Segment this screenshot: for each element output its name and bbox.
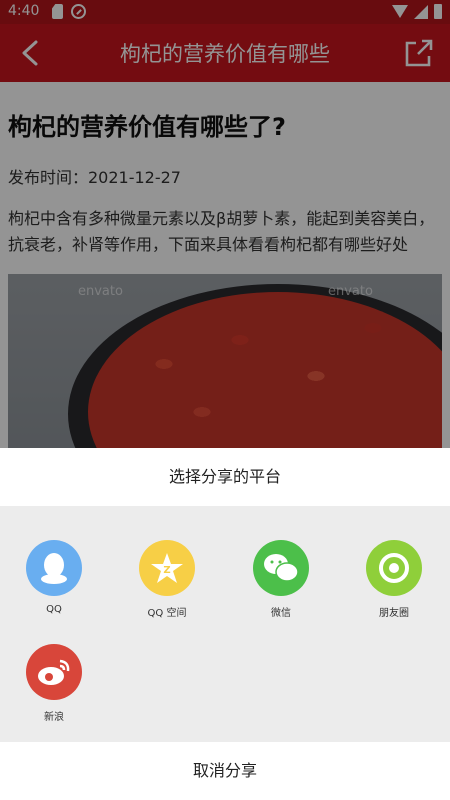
share-label: 朋友圈 [379,608,409,619]
share-qzone-button[interactable]: Z QQ 空间 [122,540,212,619]
share-wechat-button[interactable]: 微信 [236,540,326,619]
cancel-share-button[interactable]: 取消分享 [0,742,450,800]
share-weibo-button[interactable]: 新浪 [9,644,99,723]
share-label: 微信 [271,608,291,619]
share-qq-button[interactable]: QQ [9,540,99,615]
share-platform-grid: QQ Z QQ 空间 微信 朋友圈 新浪 [0,506,450,742]
share-label: QQ 空间 [147,608,187,619]
share-label: QQ [46,604,62,615]
share-label: 新浪 [44,712,64,723]
share-sheet: 选择分享的平台 QQ Z QQ 空间 微信 朋友圈 新浪 取消分享 [0,448,450,800]
qq-icon [26,540,82,596]
weibo-icon [26,644,82,700]
svg-text:Z: Z [163,565,170,576]
qzone-icon: Z [139,540,195,596]
share-moments-button[interactable]: 朋友圈 [349,540,439,619]
share-sheet-title: 选择分享的平台 [168,467,281,486]
wechat-icon [253,540,309,596]
moments-icon [366,540,422,596]
